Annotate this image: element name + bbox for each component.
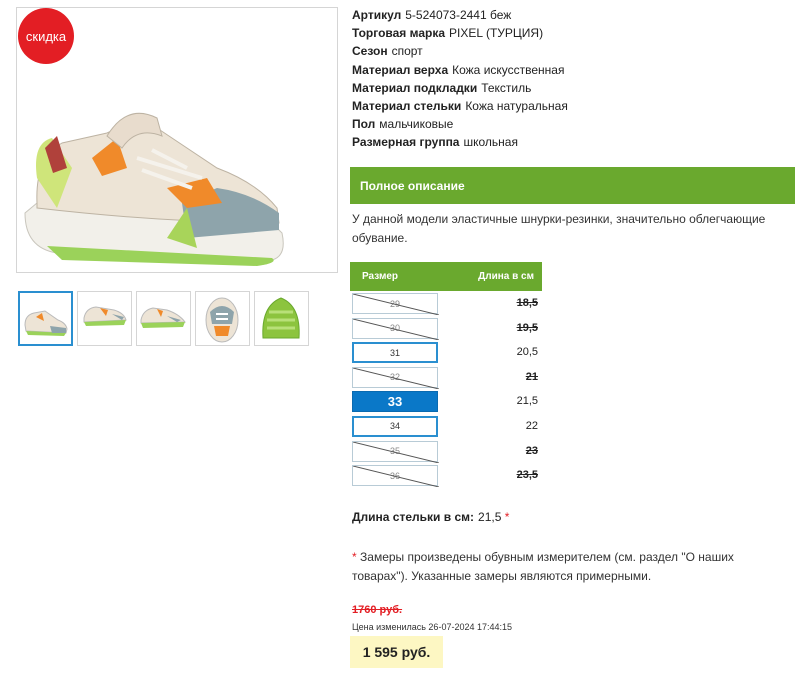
attr-row-gender: Пол мальчиковые (352, 115, 568, 133)
attr-value: школьная (463, 135, 518, 150)
size-row: 33 21,5 (350, 389, 542, 414)
strike-icon (353, 466, 439, 488)
attr-value: мальчиковые (379, 117, 454, 132)
size-option-36: 36 (352, 465, 439, 488)
size-value: 33 (387, 394, 403, 410)
size-option-33[interactable]: 33 (352, 391, 438, 413)
insole-length: Длина стельки в см: 21,5 * (352, 510, 509, 524)
description-header[interactable]: Полное описание (350, 167, 795, 204)
size-row: 34 22 (350, 414, 542, 439)
strike-icon (353, 441, 439, 463)
insole-length-label: Длина стельки в см: (352, 510, 475, 524)
insole-length-value: 21,5 (478, 510, 502, 524)
attr-row-upper-material: Материал верха Кожа искусственная (352, 61, 568, 79)
attr-label: Материал верха (352, 62, 449, 77)
strike-icon (353, 294, 439, 315)
size-row: 35 23 (350, 439, 542, 464)
strike-icon (353, 367, 439, 389)
note-text-after: ). Указанные замеры являются примерными. (400, 569, 652, 583)
asterisk-mark: * (504, 510, 510, 524)
attr-row-article: Артикул 5-524073-2441 беж (352, 6, 568, 24)
size-row: 29 18,5 (350, 291, 542, 316)
attr-value: Текстиль (481, 80, 532, 95)
size-option-35: 35 (352, 440, 439, 463)
attr-label: Сезон (352, 44, 388, 59)
size-length: 21 (525, 370, 538, 383)
size-option-29: 29 (352, 293, 439, 315)
current-price: 1 595 руб. (350, 636, 443, 668)
strike-icon (353, 318, 439, 340)
size-row: 31 20,5 (350, 340, 542, 365)
thumbnail-side-view[interactable] (18, 291, 73, 346)
attr-row-insole-material: Материал стельки Кожа натуральная (352, 97, 568, 115)
size-length: 21,5 (516, 395, 538, 408)
attr-label: Материал стельки (352, 99, 462, 114)
size-value: 31 (389, 347, 400, 358)
attr-label: Торговая марка (352, 26, 446, 41)
attr-value: Кожа натуральная (465, 99, 568, 114)
thumbnail-front-view[interactable] (195, 291, 250, 346)
size-length: 23,5 (516, 469, 538, 482)
size-option-30: 30 (352, 317, 439, 340)
attr-label: Пол (352, 117, 376, 132)
size-value: 34 (389, 421, 400, 432)
size-option-31[interactable]: 31 (352, 342, 438, 364)
size-row: 36 23,5 (350, 463, 542, 488)
attr-row-brand: Торговая марка PIXEL (ТУРЦИЯ) (352, 24, 568, 42)
note-text-before: Замеры произведены обувным измерителем (… (360, 550, 640, 564)
attr-label: Размерная группа (352, 135, 460, 150)
thumbnail-pair-angle[interactable] (136, 291, 191, 346)
attr-row-season: Сезон спорт (352, 42, 568, 60)
attr-value: PIXEL (ТУРЦИЯ) (449, 26, 544, 41)
size-length: 22 (525, 419, 538, 432)
attr-label: Артикул (352, 8, 402, 22)
length-column-header: Длина в см (478, 271, 534, 282)
size-length: 23 (525, 444, 538, 457)
size-rows: 29 18,5 30 19,5 31 20,5 32 21 33 21,5 34 22 35 23 36 23… (350, 291, 542, 488)
attr-label: Материал подкладки (352, 80, 478, 95)
thumbnail-pair-view[interactable] (77, 291, 132, 346)
attr-row-size-group: Размерная группа школьная (352, 133, 568, 151)
description-text: У данной модели эластичные шнурки-резинк… (352, 212, 766, 245)
attr-value: Кожа искусственная (452, 62, 565, 77)
old-price: 1760 руб. (352, 604, 403, 616)
size-length: 19,5 (516, 321, 538, 334)
thumbnail-sole-view[interactable] (254, 291, 309, 346)
measurement-note: * Замеры произведены обувным измерителем… (352, 548, 772, 586)
size-table: Размер Длина в см 29 18,5 30 19,5 31 20,5 32 21… (350, 262, 542, 488)
thumbnail-strip (18, 291, 309, 346)
product-attributes: Артикул 5-524073-2441 беж Торговая марка P… (352, 6, 568, 152)
price-changed-date: Цена изменилась 26-07-2024 17:44:15 (352, 622, 513, 632)
attr-row-lining-material: Материал подкладки Текстиль (352, 79, 568, 97)
sale-badge: скидка (18, 8, 74, 64)
size-row: 30 19,5 (350, 316, 542, 341)
size-column-header: Размер (362, 271, 399, 282)
size-option-32: 32 (352, 366, 439, 389)
attr-value: спорт (391, 44, 423, 59)
size-length: 18,5 (516, 297, 538, 309)
size-row: 32 21 (350, 365, 542, 390)
attr-value: 5-524073-2441 беж (405, 8, 512, 22)
size-option-34[interactable]: 34 (352, 415, 438, 437)
size-table-header: Размер Длина в см (350, 262, 542, 291)
asterisk-mark: * (352, 550, 357, 564)
size-length: 20,5 (516, 346, 538, 359)
